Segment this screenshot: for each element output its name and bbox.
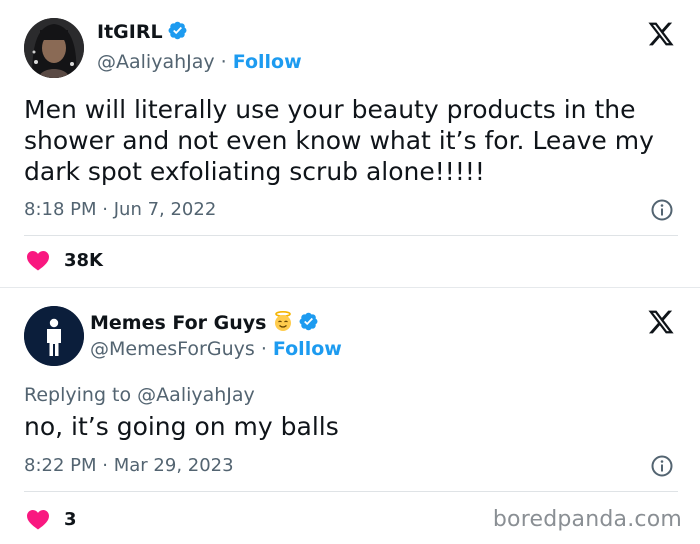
author-handle-line: @MemesForGuys · Follow	[90, 338, 342, 360]
separator-dot: ·	[102, 199, 108, 220]
author-name[interactable]: ItGIRL	[97, 21, 163, 43]
tweet-timestamp[interactable]: 8:22 PM · Mar 29, 2023	[24, 455, 234, 476]
separator-dot: ·	[102, 455, 108, 476]
avatar-memesforguys[interactable]	[24, 306, 84, 366]
avatar-image	[24, 306, 84, 366]
tweet-text: Men will literally use your beauty produ…	[24, 95, 654, 186]
avatar-image	[24, 18, 84, 78]
tweet-time: 8:22 PM	[24, 455, 97, 476]
x-logo-icon[interactable]	[646, 308, 676, 336]
author-name-line[interactable]: ItGIRL	[97, 20, 188, 43]
author-name-line[interactable]: Memes For Guys	[90, 310, 319, 334]
follow-button[interactable]: Follow	[233, 51, 302, 73]
watermark: boredpanda.com	[492, 507, 682, 532]
angel-face-emoji	[275, 310, 292, 331]
replying-to-handle[interactable]: @AaliyahJay	[137, 384, 255, 406]
info-icon[interactable]	[650, 198, 674, 222]
avatar-itgirl[interactable]	[24, 18, 84, 78]
divider	[24, 235, 678, 236]
tweet-time: 8:18 PM	[24, 199, 97, 220]
author-handle[interactable]: @MemesForGuys	[90, 338, 255, 360]
tweet-date: Jun 7, 2022	[113, 199, 217, 220]
tweet-timestamp[interactable]: 8:18 PM · Jun 7, 2022	[24, 199, 216, 220]
separator-dot: ·	[220, 51, 227, 73]
author-handle[interactable]: @AaliyahJay	[97, 51, 215, 73]
like-action[interactable]: 38K	[26, 249, 103, 271]
replying-to-line: Replying to @AaliyahJay	[24, 384, 255, 406]
verified-badge-icon	[168, 21, 187, 40]
heart-icon[interactable]	[26, 508, 50, 530]
info-icon[interactable]	[650, 454, 674, 478]
divider	[24, 491, 678, 492]
tweet-text: no, it’s going on my balls	[24, 412, 339, 441]
tweet-card-2: Memes For Guys @MemesForGuys · Follow Re…	[0, 288, 700, 544]
like-count: 38K	[64, 249, 103, 271]
follow-button[interactable]: Follow	[273, 338, 342, 360]
verified-badge-icon	[299, 312, 318, 331]
separator-dot: ·	[260, 338, 267, 360]
author-handle-line: @AaliyahJay · Follow	[97, 51, 302, 73]
replying-prefix: Replying to	[24, 384, 132, 406]
author-name[interactable]: Memes For Guys	[90, 312, 266, 334]
like-action[interactable]: 3	[26, 508, 77, 530]
x-logo-icon[interactable]	[646, 20, 676, 48]
like-count: 3	[64, 508, 77, 530]
heart-icon[interactable]	[26, 249, 50, 271]
tweet-date: Mar 29, 2023	[113, 455, 234, 476]
tweet-card-1: ItGIRL @AaliyahJay · Follow Men will lit…	[0, 0, 700, 287]
